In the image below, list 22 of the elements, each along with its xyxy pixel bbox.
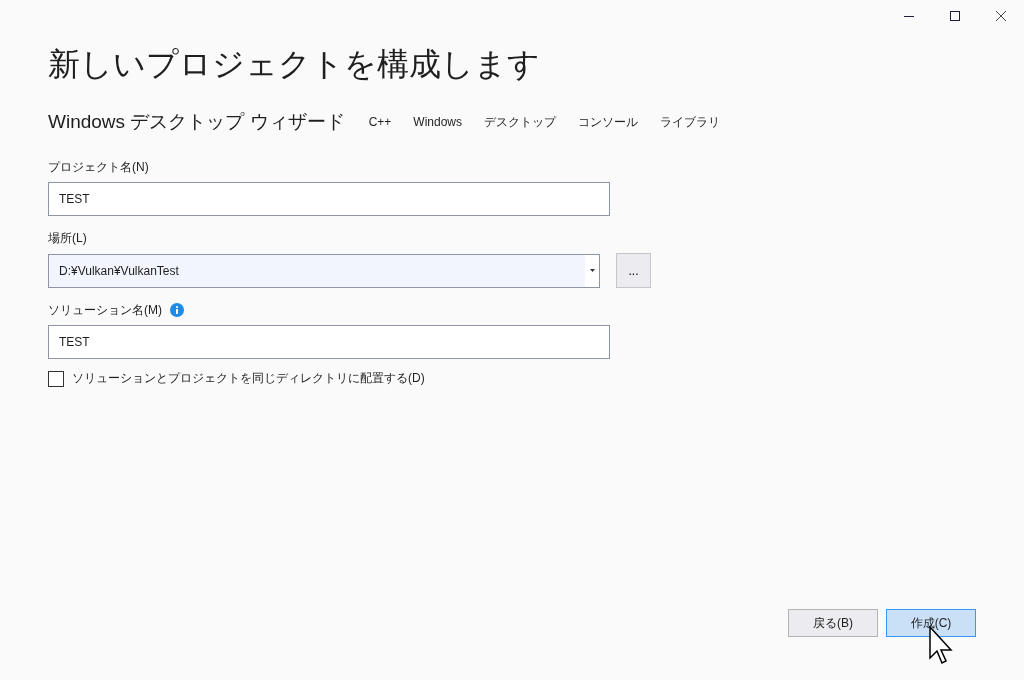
tag: Windows (413, 115, 462, 129)
maximize-icon[interactable] (950, 11, 960, 21)
info-icon[interactable] (170, 303, 184, 317)
browse-button[interactable]: ... (616, 253, 651, 288)
input-field[interactable]: TEST (48, 182, 610, 216)
dialog-button[interactable]: 戻る(B) (788, 609, 878, 637)
dropdown-arrow-icon[interactable] (589, 269, 595, 272)
field-label: 場所(L) (48, 229, 87, 247)
tag: C++ (368, 115, 392, 129)
dialog-button[interactable]: 作成(C) (886, 609, 976, 637)
dialog-title: 新しいプロジェクトを構成します (48, 45, 541, 84)
tag: コンソール (578, 113, 638, 131)
checkbox[interactable] (48, 370, 64, 387)
field-label: プロジェクト名(N) (48, 158, 149, 176)
tag: デスクトップ (484, 113, 556, 131)
input-field[interactable]: TEST (48, 325, 610, 359)
close-icon[interactable] (996, 11, 1006, 21)
field-label: ソリューション名(M) (48, 301, 162, 319)
minimize-icon[interactable] (904, 15, 914, 17)
tag: ライブラリ (660, 113, 720, 131)
checkbox-label: ソリューションとプロジェクトを同じディレクトリに配置する(D) (72, 370, 425, 387)
template-name: Windows デスクトップ ウィザード (48, 110, 345, 134)
